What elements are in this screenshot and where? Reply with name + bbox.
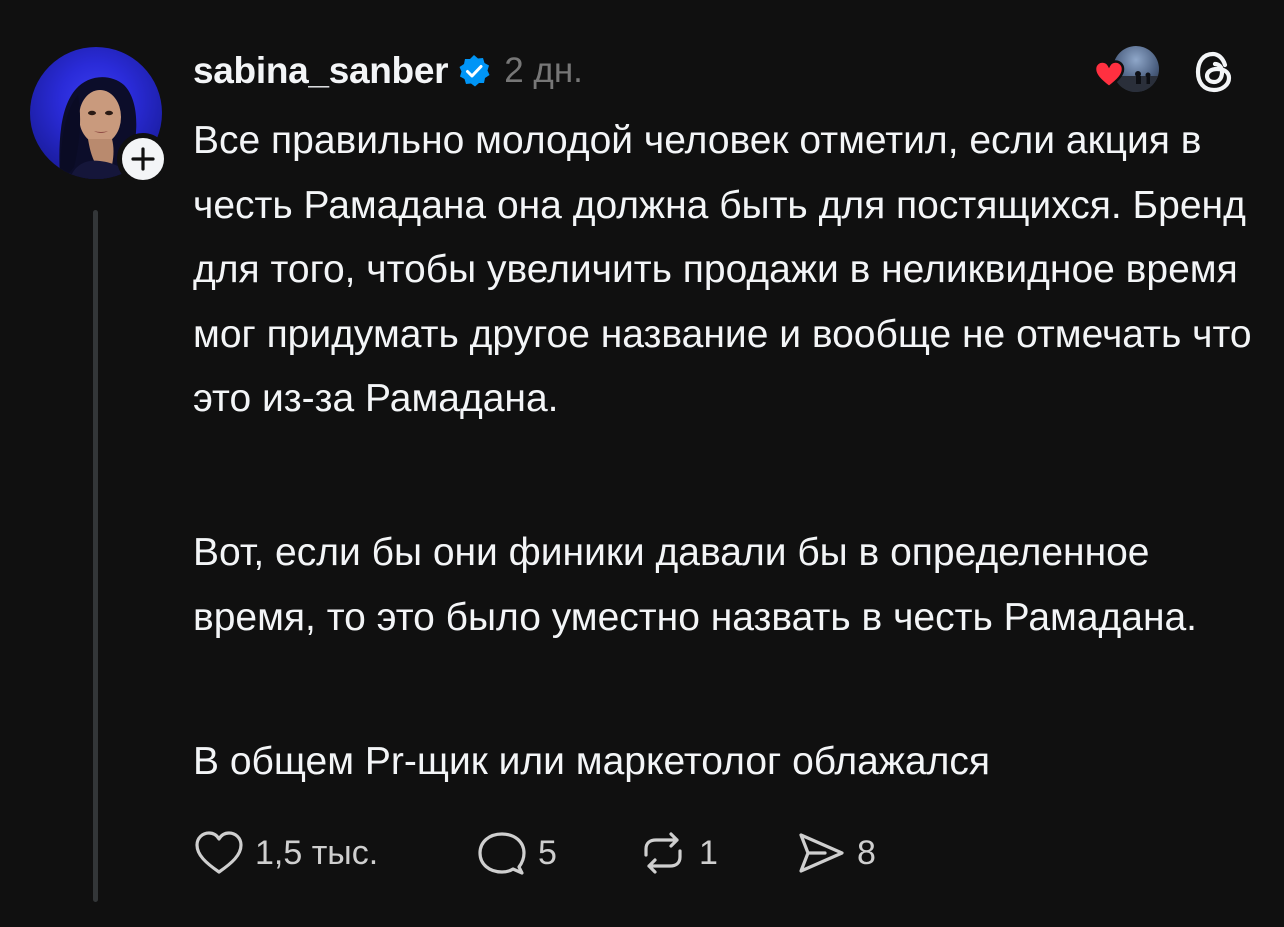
repost-count: 1 bbox=[699, 833, 718, 872]
post-paragraph: Вот, если бы они финики давали бы в опре… bbox=[193, 531, 1198, 639]
liked-by-indicator[interactable] bbox=[1092, 44, 1162, 96]
reply-count: 5 bbox=[538, 833, 557, 872]
repost-arrows-icon bbox=[644, 832, 682, 874]
repost-button[interactable]: 1 bbox=[637, 829, 795, 877]
send-paper-plane-icon bbox=[799, 833, 844, 873]
share-count: 8 bbox=[857, 833, 876, 872]
heart-outline-icon bbox=[195, 831, 243, 874]
thread-post: sabina_sanber 2 дн. Все правильно молодо… bbox=[0, 0, 1284, 927]
like-button[interactable]: 1,5 тыс. bbox=[193, 829, 476, 877]
thread-connector-line bbox=[93, 210, 98, 902]
like-count: 1,5 тыс. bbox=[255, 833, 379, 872]
post-timestamp: 2 дн. bbox=[504, 51, 583, 90]
comment-bubble-icon bbox=[478, 832, 526, 875]
threads-logo-icon[interactable] bbox=[1190, 48, 1238, 96]
share-button[interactable]: 8 bbox=[795, 829, 876, 877]
post-actions-bar: 1,5 тыс. 5 1 8 bbox=[193, 827, 876, 879]
author-username[interactable]: sabina_sanber bbox=[193, 50, 449, 92]
plus-icon bbox=[131, 147, 155, 171]
reply-button[interactable]: 5 bbox=[476, 829, 637, 877]
post-body: Все правильно молодой человек отметил, е… bbox=[193, 109, 1253, 783]
post-header: sabina_sanber 2 дн. bbox=[193, 46, 583, 96]
follow-button[interactable] bbox=[117, 133, 169, 185]
post-paragraph: В общем Pr-щик или маркетолог облажался bbox=[193, 740, 990, 783]
author-avatar-container bbox=[30, 47, 169, 185]
verified-badge-icon bbox=[459, 55, 490, 87]
heart-icon bbox=[1093, 60, 1125, 89]
post-paragraph: Все правильно молодой человек отметил, е… bbox=[193, 119, 1252, 420]
